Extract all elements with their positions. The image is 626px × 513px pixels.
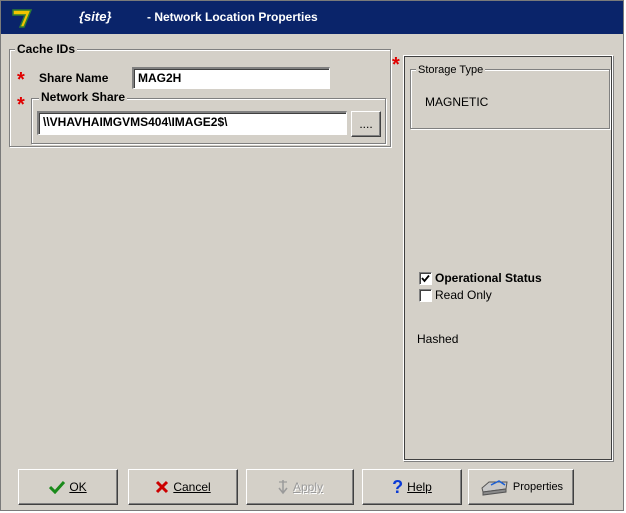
checkmark-icon xyxy=(49,480,66,494)
app-logo-icon xyxy=(11,7,33,29)
ok-button-label: OK xyxy=(69,480,87,494)
help-button-label: Help xyxy=(407,480,432,494)
hashed-label: Hashed xyxy=(417,332,459,346)
properties-button[interactable]: Properties xyxy=(468,469,574,505)
read-only-label[interactable]: Read Only xyxy=(435,288,492,302)
help-button[interactable]: ? Help xyxy=(362,469,462,505)
apply-button-label: Apply xyxy=(292,480,324,494)
share-name-input[interactable]: MAG2H xyxy=(132,67,330,89)
network-share-required-icon: * xyxy=(17,94,25,116)
title-bar[interactable]: {site} - Network Location Properties xyxy=(1,1,623,34)
browse-button-label: .... xyxy=(359,117,373,131)
checkmark-icon xyxy=(421,274,430,283)
network-share-legend: Network Share xyxy=(39,90,128,104)
properties-button-label: Properties xyxy=(512,481,564,493)
network-share-input[interactable]: \\VHAVHAIMGVMS404\IMAGE2$\ xyxy=(37,111,347,135)
operational-status-checkbox[interactable] xyxy=(419,272,432,285)
apply-button[interactable]: Apply xyxy=(246,469,354,505)
ok-button[interactable]: OK xyxy=(18,469,118,505)
cancel-button-label: Cancel xyxy=(173,480,211,494)
drive-icon xyxy=(481,480,508,496)
help-icon: ? xyxy=(392,477,404,497)
title-site: {site} xyxy=(79,9,112,24)
storage-type-legend: Storage Type xyxy=(416,63,486,77)
properties-window: {site} - Network Location Properties Cac… xyxy=(0,0,624,511)
storage-type-value: MAGNETIC xyxy=(425,95,489,109)
read-only-checkbox[interactable] xyxy=(419,289,432,302)
share-name-required-icon: * xyxy=(17,69,25,91)
browse-button[interactable]: .... xyxy=(351,111,381,137)
arrow-down-icon xyxy=(278,480,288,495)
close-icon xyxy=(156,480,169,494)
operational-status-label[interactable]: Operational Status xyxy=(435,271,542,285)
cache-ids-legend: Cache IDs xyxy=(15,42,78,56)
storage-type-required-icon: * xyxy=(392,54,400,76)
share-name-label: Share Name xyxy=(39,71,109,85)
cancel-button[interactable]: Cancel xyxy=(128,469,238,505)
window-title: - Network Location Properties xyxy=(147,10,318,24)
